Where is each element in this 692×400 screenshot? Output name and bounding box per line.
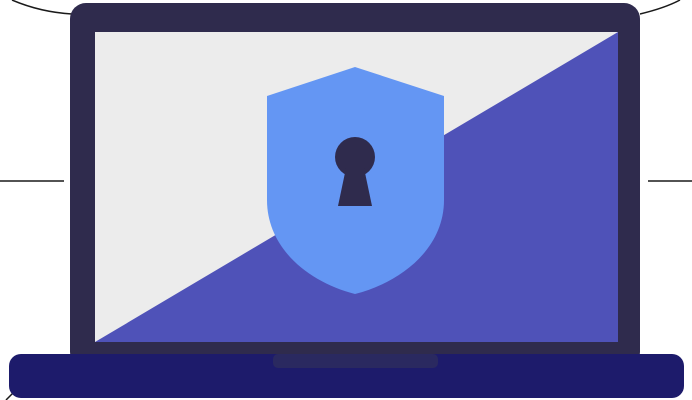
top-left-curve [11,0,73,15]
laptop-security-svg [0,0,692,400]
shield-icon [267,67,444,294]
top-right-curve [639,0,681,15]
security-illustration [0,0,692,400]
trackpad-notch [273,354,438,368]
